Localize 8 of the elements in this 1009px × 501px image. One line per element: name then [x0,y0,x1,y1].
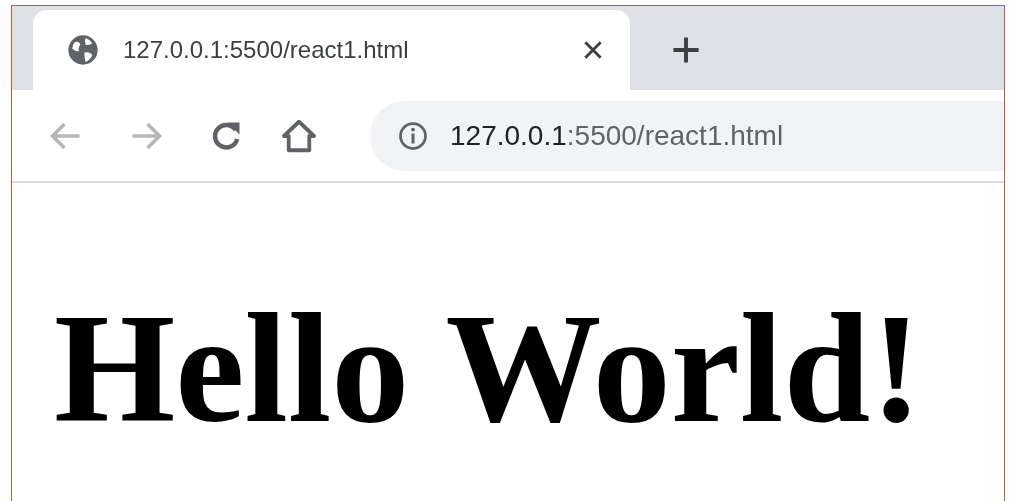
url-text: 127.0.0.1:5500/react1.html [450,119,784,152]
page-heading: Hello World! [54,291,924,447]
browser-tab[interactable]: 127.0.0.1:5500/react1.html [33,10,630,90]
globe-icon [67,34,99,66]
close-icon[interactable] [582,39,604,61]
info-icon[interactable] [398,120,428,151]
new-tab-icon[interactable] [672,36,700,64]
address-bar[interactable]: 127.0.0.1:5500/react1.html [370,100,1004,171]
